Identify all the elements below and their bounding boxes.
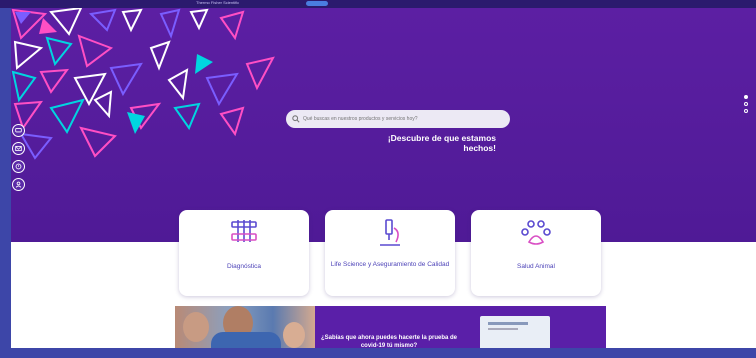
left-frame	[0, 8, 11, 358]
test-tubes-icon	[231, 220, 257, 242]
carousel-dot[interactable]	[744, 102, 748, 106]
search-icon	[292, 115, 300, 123]
card-salud-animal[interactable]: Salud Animal	[471, 210, 601, 296]
product-stripe	[488, 322, 528, 325]
search-input[interactable]	[303, 113, 499, 125]
carousel-dot[interactable]	[744, 109, 748, 113]
product-box-image	[480, 316, 550, 350]
top-nav-bar: Thermo Fisher Scientific	[0, 0, 756, 8]
photo-person	[283, 322, 305, 348]
photo-person	[183, 312, 209, 342]
triangle-decoration	[11, 8, 275, 160]
card-label: Life Science y Aseguramiento de Calidad	[330, 261, 450, 268]
hero-tagline: ¡Descubre de que estamos hechos!	[387, 133, 496, 153]
paw-icon	[521, 220, 551, 245]
card-label: Diagnóstica	[227, 263, 261, 270]
card-diagnostica[interactable]: Diagnóstica	[179, 210, 309, 296]
search-bar[interactable]	[286, 110, 510, 128]
bottom-frame	[11, 348, 756, 358]
card-label: Salud Animal	[517, 263, 555, 270]
side-contact-icons	[12, 124, 25, 196]
phone-icon[interactable]	[12, 160, 25, 173]
chat-icon[interactable]	[12, 124, 25, 137]
card-life-science[interactable]: Life Science y Aseguramiento de Calidad	[325, 210, 455, 296]
top-nav-text[interactable]: Thermo Fisher Scientific	[196, 0, 239, 5]
mail-icon[interactable]	[12, 142, 25, 155]
user-icon[interactable]	[12, 178, 25, 191]
top-nav-pill[interactable]	[306, 1, 328, 6]
carousel-dots	[744, 95, 748, 116]
microscope-icon	[380, 219, 400, 246]
product-stripe	[488, 328, 518, 330]
carousel-dot[interactable]	[744, 95, 748, 99]
